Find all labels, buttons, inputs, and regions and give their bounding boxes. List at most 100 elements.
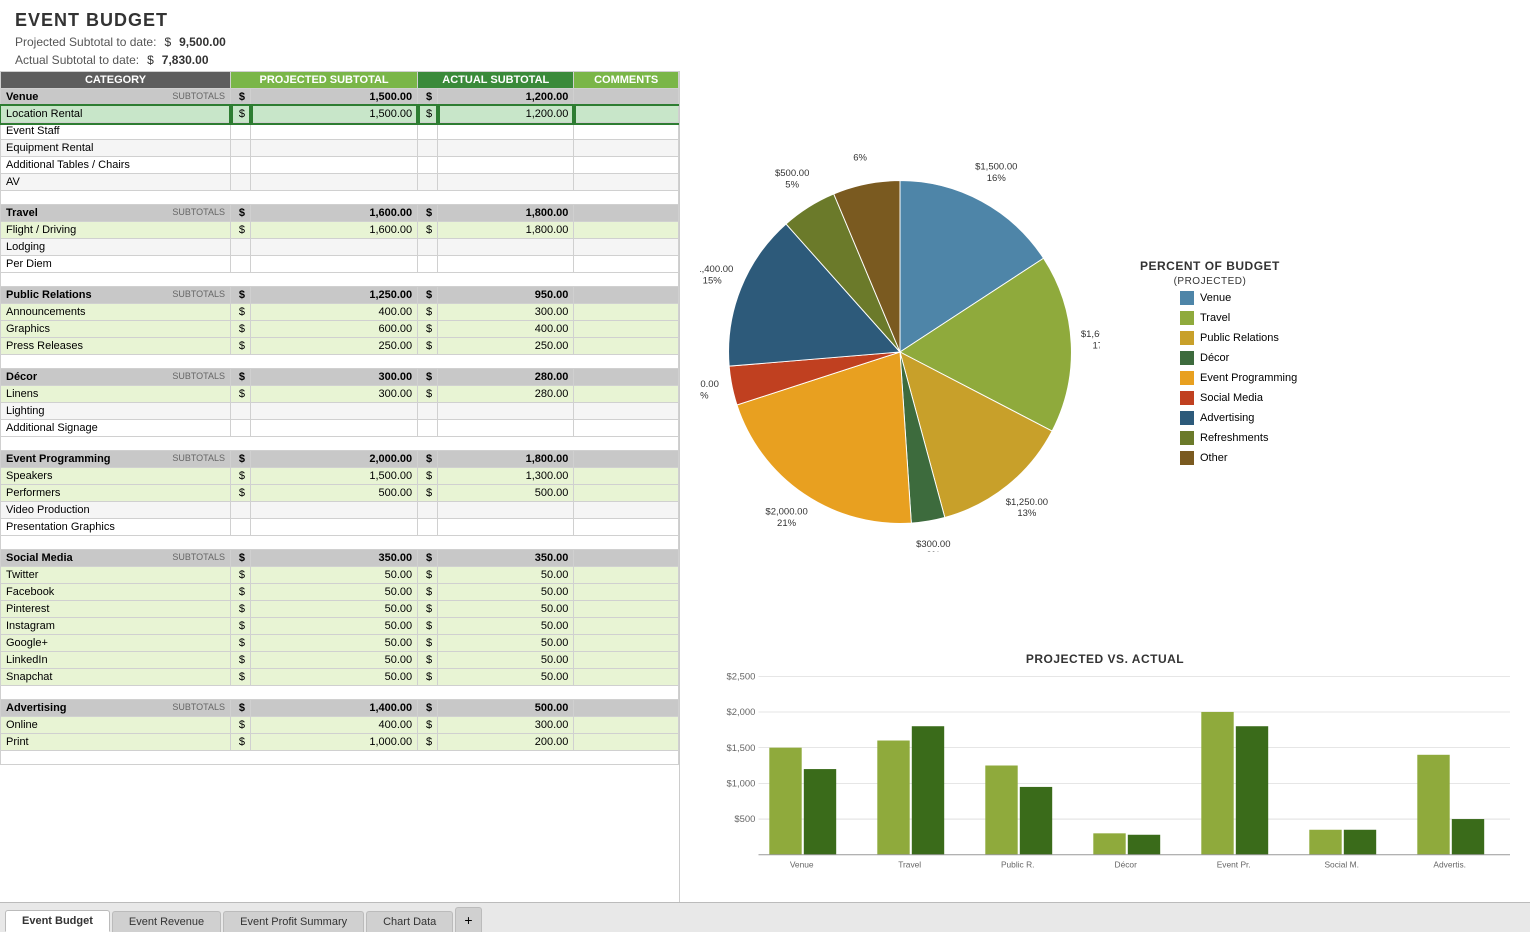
svg-text:Venue: Venue [790, 859, 814, 869]
empty-row [1, 686, 679, 700]
bar-projected-1 [877, 741, 909, 855]
table-row[interactable]: Presentation Graphics [1, 519, 679, 536]
table-row[interactable]: Lodging [1, 239, 679, 256]
bar-actual-3 [1128, 835, 1160, 855]
tab-chart-data[interactable]: Chart Data [366, 911, 453, 932]
tab-event-revenue[interactable]: Event Revenue [112, 911, 221, 932]
table-row[interactable]: Snapchat $ 50.00 $ 50.00 [1, 669, 679, 686]
table-row[interactable]: Per Diem [1, 256, 679, 273]
table-row[interactable]: Facebook $ 50.00 $ 50.00 [1, 584, 679, 601]
svg-text:$1,500.00: $1,500.00 [975, 161, 1017, 172]
empty-row [1, 437, 679, 451]
svg-text:$1,250.00: $1,250.00 [1006, 496, 1048, 507]
table-row[interactable]: AV [1, 174, 679, 191]
table-row[interactable]: Online $ 400.00 $ 300.00 [1, 717, 679, 734]
th-category: CATEGORY [1, 72, 231, 89]
charts-area: $1,500.0016%$1,600.0017%$1,250.0013%$300… [680, 71, 1530, 902]
subtotal-row: Public Relations SUBTOTALS $ 1,250.00 $ … [1, 287, 679, 304]
table-row[interactable]: Video Production [1, 502, 679, 519]
empty-row [1, 191, 679, 205]
table-row[interactable]: Flight / Driving $ 1,600.00 $ 1,800.00 [1, 222, 679, 239]
svg-text:5%: 5% [785, 179, 799, 190]
table-row[interactable]: LinkedIn $ 50.00 $ 50.00 [1, 652, 679, 669]
subtotal-row: Décor SUBTOTALS $ 300.00 $ 280.00 [1, 369, 679, 386]
th-actual: ACTUAL SUBTOTAL [418, 72, 574, 89]
bar-svg: $500$1,000$1,500$2,000$2,500VenueTravelP… [700, 671, 1510, 881]
table-row[interactable]: Linens $ 300.00 $ 280.00 [1, 386, 679, 403]
pie-section: $1,500.0016%$1,600.0017%$1,250.0013%$300… [700, 81, 1510, 642]
th-projected: PROJECTED SUBTOTAL [231, 72, 418, 89]
svg-text:Social M.: Social M. [1324, 859, 1358, 869]
table-row[interactable]: Announcements $ 400.00 $ 300.00 [1, 304, 679, 321]
projected-value: 9,500.00 [179, 35, 226, 49]
bar-actual-4 [1236, 726, 1268, 855]
legend-item: Advertising [1180, 411, 1297, 425]
legend-item: Venue [1180, 291, 1297, 305]
budget-table: CATEGORY PROJECTED SUBTOTAL ACTUAL SUBTO… [0, 71, 679, 765]
legend-item: Public Relations [1180, 331, 1297, 345]
table-row[interactable]: Press Releases $ 250.00 $ 250.00 [1, 338, 679, 355]
subtotal-row: Social Media SUBTOTALS $ 350.00 $ 350.00 [1, 550, 679, 567]
bar-actual-6 [1452, 819, 1484, 855]
tab-bar: Event BudgetEvent RevenueEvent Profit Su… [0, 902, 1530, 932]
bar-actual-5 [1344, 830, 1376, 855]
app-container: EVENT BUDGET Projected Subtotal to date:… [0, 0, 1530, 932]
empty-row [1, 751, 679, 765]
svg-text:$2,000: $2,000 [726, 707, 755, 718]
table-row[interactable]: Twitter $ 50.00 $ 50.00 [1, 567, 679, 584]
actual-dollar: $ [147, 53, 154, 67]
svg-text:$350.00: $350.00 [700, 379, 719, 390]
table-row[interactable]: Performers $ 500.00 $ 500.00 [1, 485, 679, 502]
svg-text:$300.00: $300.00 [916, 538, 950, 549]
actual-value: 7,830.00 [162, 53, 209, 67]
table-row[interactable]: Location Rental $ 1,500.00 $ 1,200.00 [1, 106, 679, 123]
pie-chart-container: $1,500.0016%$1,600.0017%$1,250.0013%$300… [700, 152, 1120, 572]
svg-text:Public R.: Public R. [1001, 859, 1035, 869]
svg-text:Event Pr.: Event Pr. [1217, 859, 1251, 869]
projected-label: Projected Subtotal to date: [15, 35, 156, 49]
legend-item: Décor [1180, 351, 1297, 365]
legend-item: Other [1180, 451, 1297, 465]
svg-text:$1,000: $1,000 [726, 779, 755, 790]
table-row[interactable]: Instagram $ 50.00 $ 50.00 [1, 618, 679, 635]
actual-row: Actual Subtotal to date: $ 7,830.00 [15, 53, 1515, 67]
bar-actual-0 [804, 769, 836, 855]
svg-text:$2,500: $2,500 [726, 671, 755, 682]
bar-projected-5 [1309, 830, 1341, 855]
svg-text:Décor: Décor [1115, 859, 1138, 869]
bar-projected-2 [985, 766, 1017, 855]
table-row[interactable]: Additional Tables / Chairs [1, 157, 679, 174]
svg-text:17%: 17% [1093, 340, 1100, 351]
legend-item: Social Media [1180, 391, 1297, 405]
subtotal-row: Travel SUBTOTALS $ 1,600.00 $ 1,800.00 [1, 205, 679, 222]
projected-row: Projected Subtotal to date: $ 9,500.00 [15, 35, 1515, 49]
svg-text:3%: 3% [926, 550, 940, 552]
table-row[interactable]: Equipment Rental [1, 140, 679, 157]
table-row[interactable]: Pinterest $ 50.00 $ 50.00 [1, 601, 679, 618]
svg-text:Advertis.: Advertis. [1433, 859, 1466, 869]
subtotal-row: Advertising SUBTOTALS $ 1,400.00 $ 500.0… [1, 700, 679, 717]
bar-projected-4 [1201, 712, 1233, 855]
svg-text:16%: 16% [987, 172, 1007, 183]
projected-dollar: $ [164, 35, 171, 49]
add-tab-button[interactable]: + [455, 907, 481, 932]
table-row[interactable]: Event Staff [1, 123, 679, 140]
tab-event-budget[interactable]: Event Budget [5, 910, 110, 932]
svg-text:$1,400.00: $1,400.00 [700, 264, 733, 275]
legend-item: Refreshments [1180, 431, 1297, 445]
svg-text:$500: $500 [734, 814, 755, 825]
tab-event-profit-summary[interactable]: Event Profit Summary [223, 911, 364, 932]
table-row[interactable]: Graphics $ 600.00 $ 400.00 [1, 321, 679, 338]
empty-row [1, 355, 679, 369]
svg-text:6%: 6% [853, 152, 867, 163]
th-comments: COMMENTS [574, 72, 679, 89]
table-row[interactable]: Print $ 1,000.00 $ 200.00 [1, 734, 679, 751]
table-row[interactable]: Additional Signage [1, 420, 679, 437]
table-row[interactable]: Google+ $ 50.00 $ 50.00 [1, 635, 679, 652]
actual-label: Actual Subtotal to date: [15, 53, 139, 67]
svg-text:4%: 4% [700, 390, 709, 401]
bar-section: PROJECTED vs. ACTUAL $500$1,000$1,500$2,… [700, 642, 1510, 892]
table-row[interactable]: Speakers $ 1,500.00 $ 1,300.00 [1, 468, 679, 485]
table-row[interactable]: Lighting [1, 403, 679, 420]
legend: VenueTravelPublic RelationsDécorEvent Pr… [1180, 291, 1297, 465]
